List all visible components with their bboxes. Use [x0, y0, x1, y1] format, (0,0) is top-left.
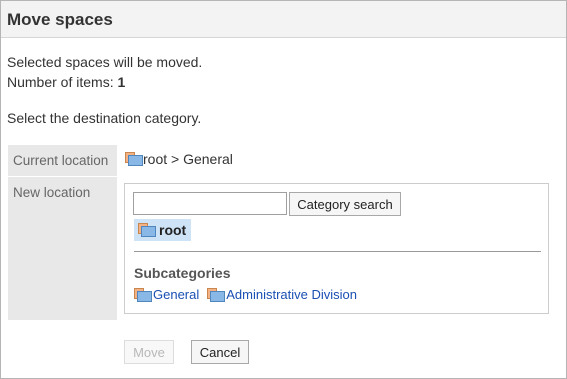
item-count-label: Number of items: — [7, 74, 114, 90]
intro-text: Selected spaces will be moved. Number of… — [7, 52, 202, 92]
tree-node-root[interactable]: root — [134, 219, 192, 241]
current-location-label: Current location — [8, 145, 117, 176]
subcategory-label: Administrative Division — [226, 287, 358, 302]
move-spaces-dialog: Move spaces Selected spaces will be move… — [0, 0, 567, 379]
current-location-path: root > General — [125, 151, 233, 167]
subcategories-heading: Subcategories — [134, 265, 231, 281]
item-count: Number of items: 1 — [7, 72, 202, 92]
destination-prompt: Select the destination category. — [7, 110, 202, 126]
page-header: Move spaces — [1, 1, 566, 38]
cancel-button[interactable]: Cancel — [191, 340, 249, 364]
tree-node-label: root — [159, 222, 187, 238]
move-button[interactable]: Move — [124, 340, 174, 364]
subcategory-label: General — [153, 287, 200, 302]
move-message: Selected spaces will be moved. — [7, 54, 203, 70]
category-search-button[interactable]: Category search — [289, 192, 401, 216]
new-location-label: New location — [8, 177, 117, 320]
folder-icon — [125, 152, 143, 166]
folder-icon — [134, 287, 152, 302]
category-search-input[interactable] — [133, 192, 287, 215]
subcategory-list: General Administrative Division — [134, 287, 365, 302]
current-location-text: root > General — [143, 151, 233, 167]
subcategory-link-administrative-division[interactable]: Administrative Division — [207, 287, 357, 302]
folder-icon — [207, 287, 226, 302]
subcategory-link-general[interactable]: General — [134, 287, 199, 302]
page-title: Move spaces — [7, 10, 113, 29]
folder-icon — [138, 223, 156, 237]
item-count-value: 1 — [117, 74, 126, 90]
category-picker-panel: Category search root Subcategories Gener… — [124, 183, 549, 314]
divider — [134, 251, 541, 252]
